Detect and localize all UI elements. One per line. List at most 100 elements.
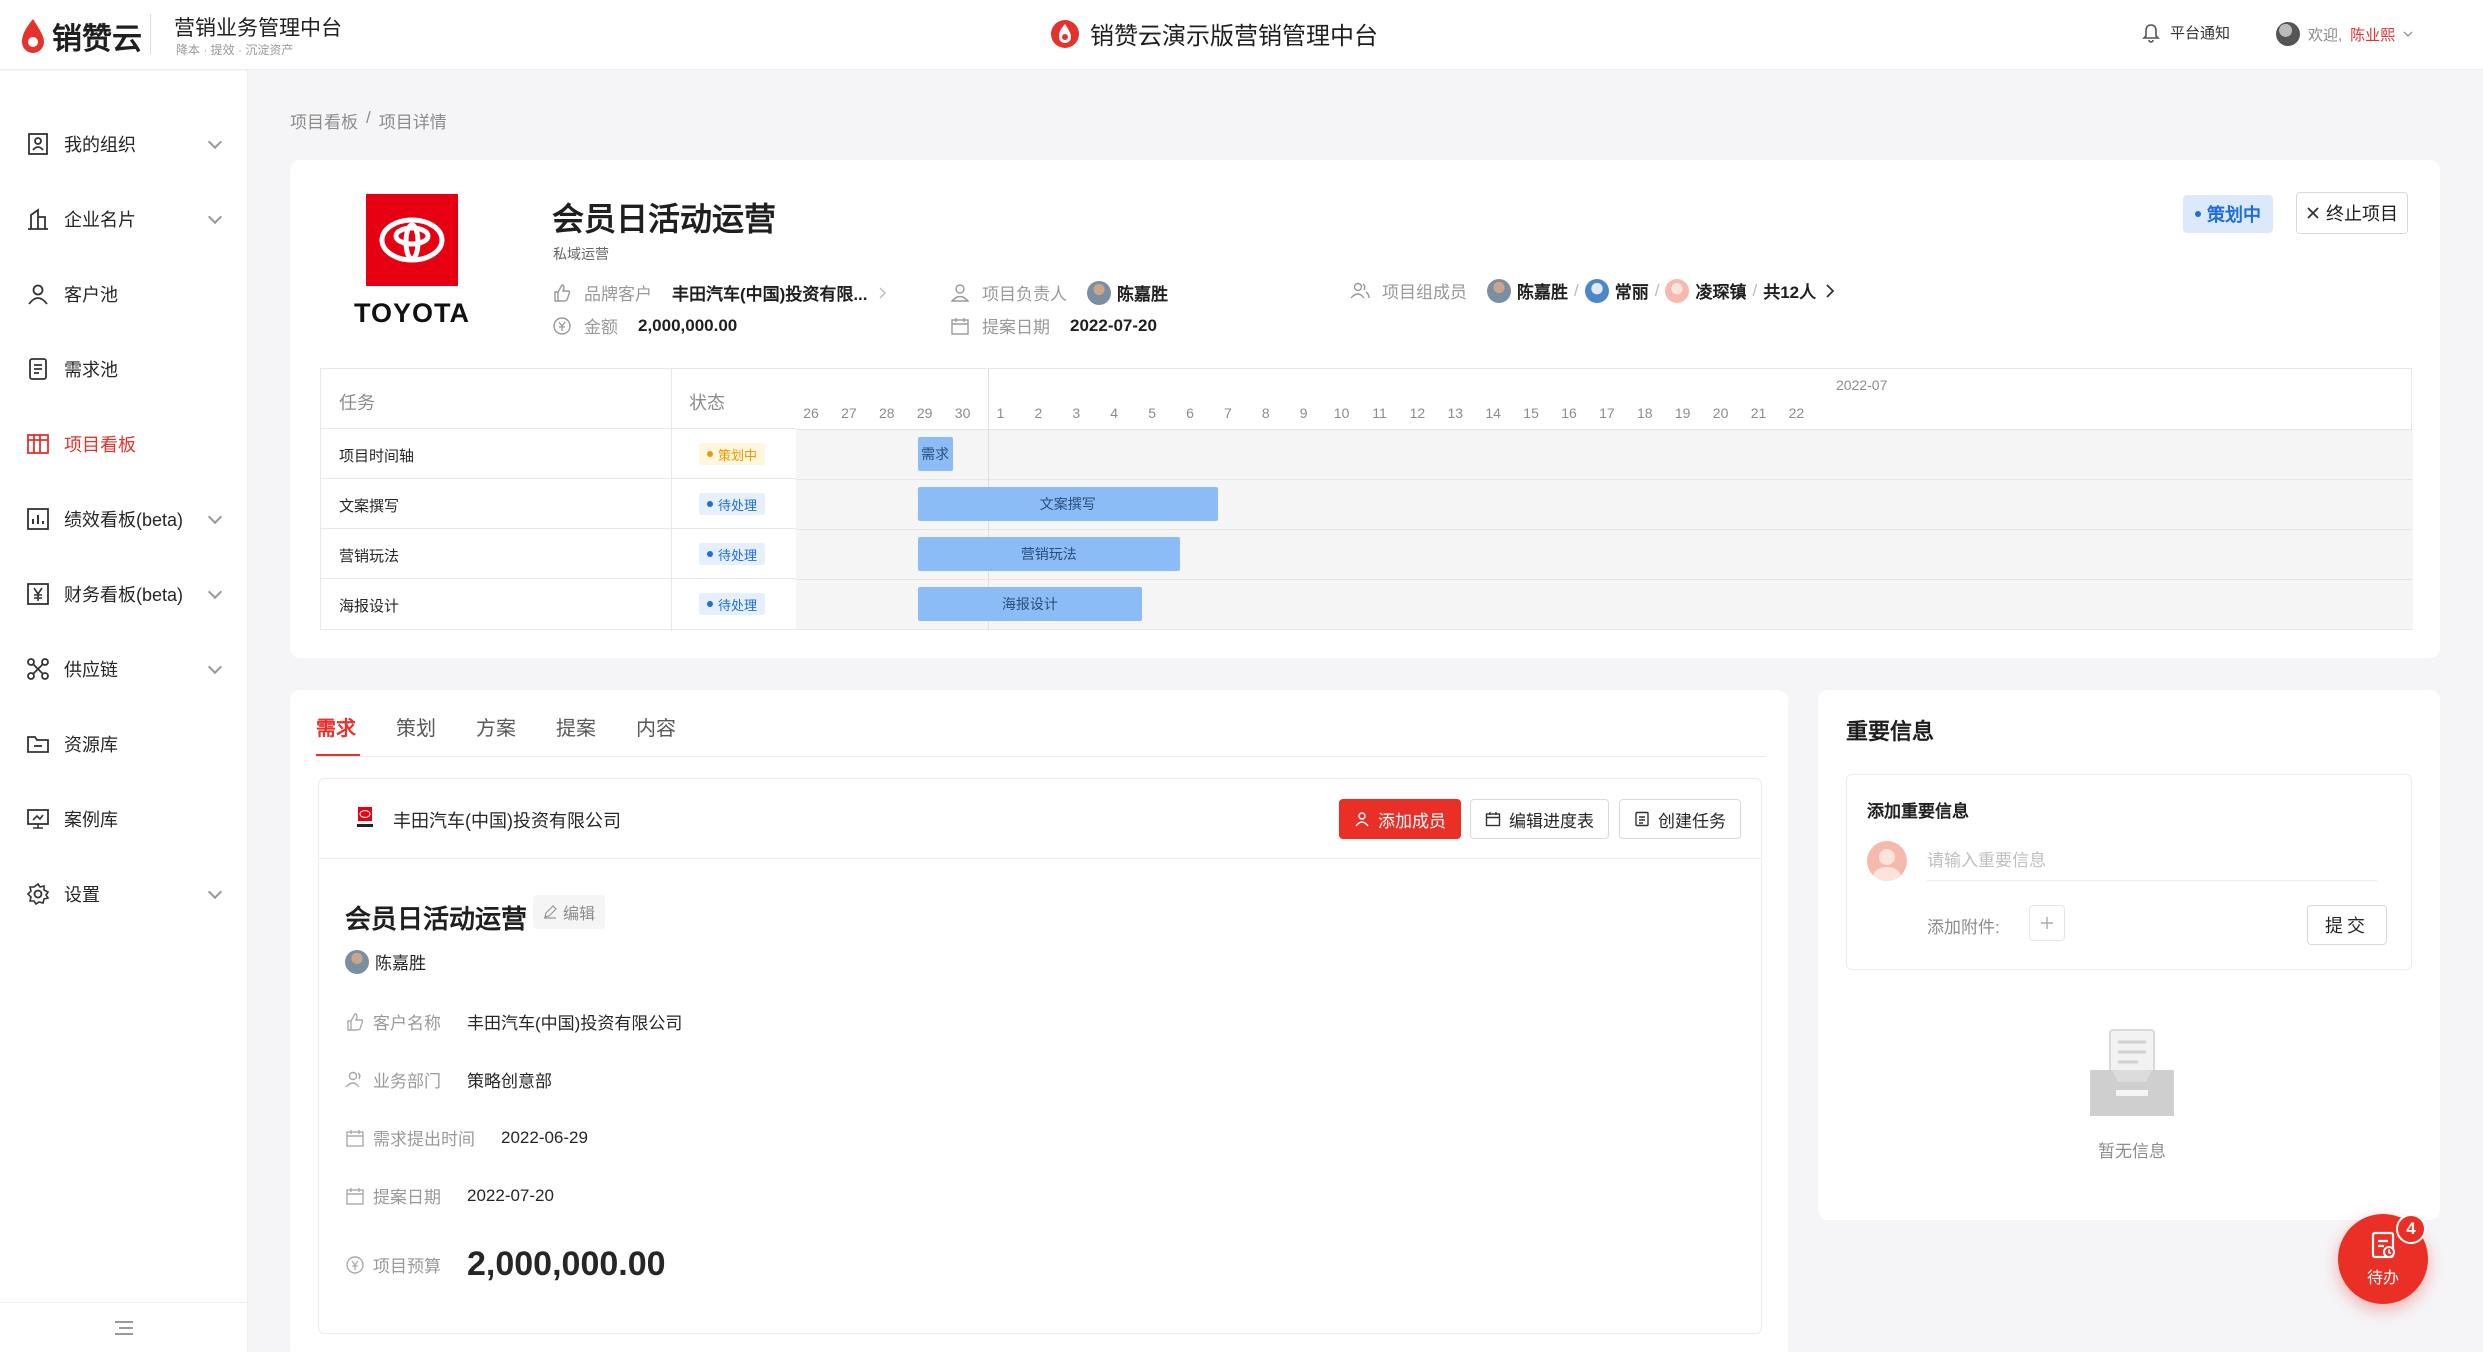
gantt-day-label: 22 (1788, 405, 1805, 421)
gantt-day-label: 6 (1186, 405, 1194, 421)
gantt-day-label: 8 (1261, 405, 1270, 421)
tab-demand[interactable]: 需求 (316, 712, 360, 757)
add-info-title: 添加重要信息 (1867, 802, 1969, 821)
system-name: 营销业务管理中台 (174, 17, 342, 40)
tab-solution[interactable]: 方案 (476, 712, 516, 757)
gantt-row[interactable]: 海报设计 待处理 (321, 579, 796, 629)
chevron-down-icon (207, 884, 223, 900)
todo-count-badge: 4 (2396, 1214, 2426, 1244)
brand-client-value[interactable]: 丰田汽车(中国)投资有限... (672, 280, 868, 305)
gantt-task-bar[interactable]: 需求 (917, 437, 953, 471)
gantt-timeline: 2022-07 26 27 28 29 30 1 2 3 4 5 6 7 8 9 10 11 12 13 14 15 1… (796, 369, 2413, 630)
task-status-badge: 策划中 (699, 443, 766, 465)
important-info-input[interactable] (1927, 841, 2377, 881)
sidebar-item-demands[interactable]: 需求池 (0, 344, 248, 394)
sidebar-item-customers[interactable]: 客户池 (0, 269, 248, 319)
sidebar-item-label: 案例库 (64, 810, 118, 830)
sidebar-item-resources[interactable]: 资源库 (0, 719, 248, 769)
project-category: 私域运营 (553, 246, 609, 262)
attachment-label: 添加附件: (1927, 918, 2000, 937)
empty-text: 暂无信息 (2098, 1142, 2166, 1161)
demand-panel-header: 丰田汽车(中国)投资有限公司 添加成员 编辑进度表 创建任务 (319, 779, 1761, 859)
platform-notify[interactable]: 平台通知 (2142, 22, 2230, 43)
demand-panel: 丰田汽车(中国)投资有限公司 添加成员 编辑进度表 创建任务 会员日活动运营 编… (318, 778, 1762, 1334)
avatar (2276, 22, 2300, 46)
sidebar-item-performance[interactable]: 绩效看板(beta) (0, 494, 248, 544)
add-attachment-button[interactable] (2029, 905, 2065, 941)
gantt-day-label: 10 (1333, 405, 1350, 421)
user-name: 陈业熙 (2350, 26, 2396, 44)
client-logo: TOYOTA (350, 194, 474, 338)
status-dot (2195, 211, 2201, 217)
member-separator: / (1574, 280, 1579, 300)
gantt-task-bar[interactable]: 文案撰写 (917, 487, 1218, 521)
gantt-month-label: 2022-07 (1836, 377, 1888, 393)
sidebar-item-supply-chain[interactable]: 供应链 (0, 644, 248, 694)
task-status-badge: 待处理 (699, 543, 766, 565)
sidebar-item-enterprise[interactable]: 企业名片 (0, 194, 248, 244)
chevron-right-icon[interactable] (1824, 283, 1836, 299)
todo-label: 待办 (2366, 1270, 2399, 1287)
user-add-icon (1355, 812, 1369, 827)
chevron-down-icon (207, 659, 223, 675)
tab-content[interactable]: 内容 (636, 712, 676, 757)
task-status-text: 待处理 (718, 497, 758, 513)
gantt-header: 任务 状态 (321, 369, 796, 429)
gantt-row-line (796, 629, 2413, 630)
app-logo[interactable]: 销赞云 (20, 14, 142, 58)
gantt-task-bar[interactable]: 海报设计 (917, 587, 1143, 621)
sidebar-item-org[interactable]: 我的组织 (0, 119, 248, 169)
collapse-menu-icon[interactable] (115, 1321, 133, 1335)
tab-proposal[interactable]: 提案 (556, 712, 596, 757)
edit-schedule-button[interactable]: 编辑进度表 (1470, 799, 1609, 839)
sidebar-item-finance[interactable]: 财务看板(beta) (0, 569, 248, 619)
logo-text: 销赞云 (52, 23, 142, 56)
gantt-day-label: 17 (1599, 405, 1615, 421)
edit-demand-button[interactable]: 编辑 (533, 895, 606, 929)
gear-icon (26, 882, 50, 906)
team-icon (345, 1071, 361, 1087)
field-proposal-date: 提案日期 2022-07-20 (345, 1183, 554, 1208)
platform-title-text: 销赞云演示版营销管理中台 (1090, 23, 1378, 50)
end-project-button[interactable]: 终止项目 (2296, 192, 2408, 234)
sidebar-item-label: 我的组织 (64, 135, 136, 155)
gantt-row[interactable]: 项目时间轴 策划中 (321, 429, 796, 479)
submit-button[interactable]: 提交 (2307, 905, 2387, 945)
add-member-button[interactable]: 添加成员 (1339, 799, 1461, 839)
project-title: 会员日活动运营 (552, 201, 777, 237)
avatar (1867, 841, 1907, 881)
network-icon (27, 658, 49, 680)
gantt-row[interactable]: 营销玩法 待处理 (321, 529, 796, 579)
pencil-icon (544, 905, 557, 919)
tab-planning[interactable]: 策划 (396, 712, 436, 757)
gantt-row-line (796, 579, 2413, 580)
field-client-name: 客户名称 丰田汽车(中国)投资有限公司 (345, 1009, 682, 1034)
task-status-text: 策划中 (718, 447, 758, 463)
user-menu[interactable]: 欢迎, 陈业熙 (2276, 22, 2413, 46)
breadcrumb-root[interactable]: 项目看板 (290, 108, 358, 133)
welcome-text: 欢迎, (2308, 26, 2343, 44)
member-name: 常丽 (1614, 283, 1649, 302)
meta-amount: 金额 2,000,000.00 (552, 313, 737, 338)
gantt-day-label: 20 (1712, 405, 1729, 421)
create-task-button[interactable]: 创建任务 (1619, 799, 1741, 839)
project-gantt: 任务 状态 项目时间轴 策划中 文案撰写 待处理 营销玩法 待处理 海报设计 待… (320, 368, 2413, 631)
client-company-name: 丰田汽车(中国)投资有限公司 (393, 811, 621, 831)
gantt-row[interactable]: 文案撰写 待处理 (321, 479, 796, 529)
members-total[interactable]: 共12人 (1763, 278, 1816, 303)
gantt-task-bar[interactable]: 营销玩法 (917, 537, 1180, 571)
task-status-text: 待处理 (718, 547, 758, 563)
document-icon (29, 358, 47, 380)
sidebar-item-cases[interactable]: 案例库 (0, 794, 248, 844)
sidebar-item-project-board[interactable]: 项目看板 (0, 419, 248, 469)
sidebar-item-settings[interactable]: 设置 (0, 869, 248, 919)
sidebar-item-label: 绩效看板(beta) (64, 510, 184, 530)
task-status-badge: 待处理 (699, 593, 766, 615)
gantt-day-label: 14 (1485, 405, 1501, 421)
proposal-date-value: 2022-07-20 (1070, 315, 1157, 335)
plus-icon (2041, 917, 2053, 929)
breadcrumb: 项目看板 / 项目详情 (290, 108, 447, 133)
top-header: 销赞云 营销业务管理中台 降本 · 提效 · 沉淀资产 销赞云演示版营销管理中台… (0, 0, 2483, 70)
gantt-day-label: 16 (1561, 405, 1577, 421)
field-department: 业务部门 策略创意部 (345, 1067, 552, 1092)
